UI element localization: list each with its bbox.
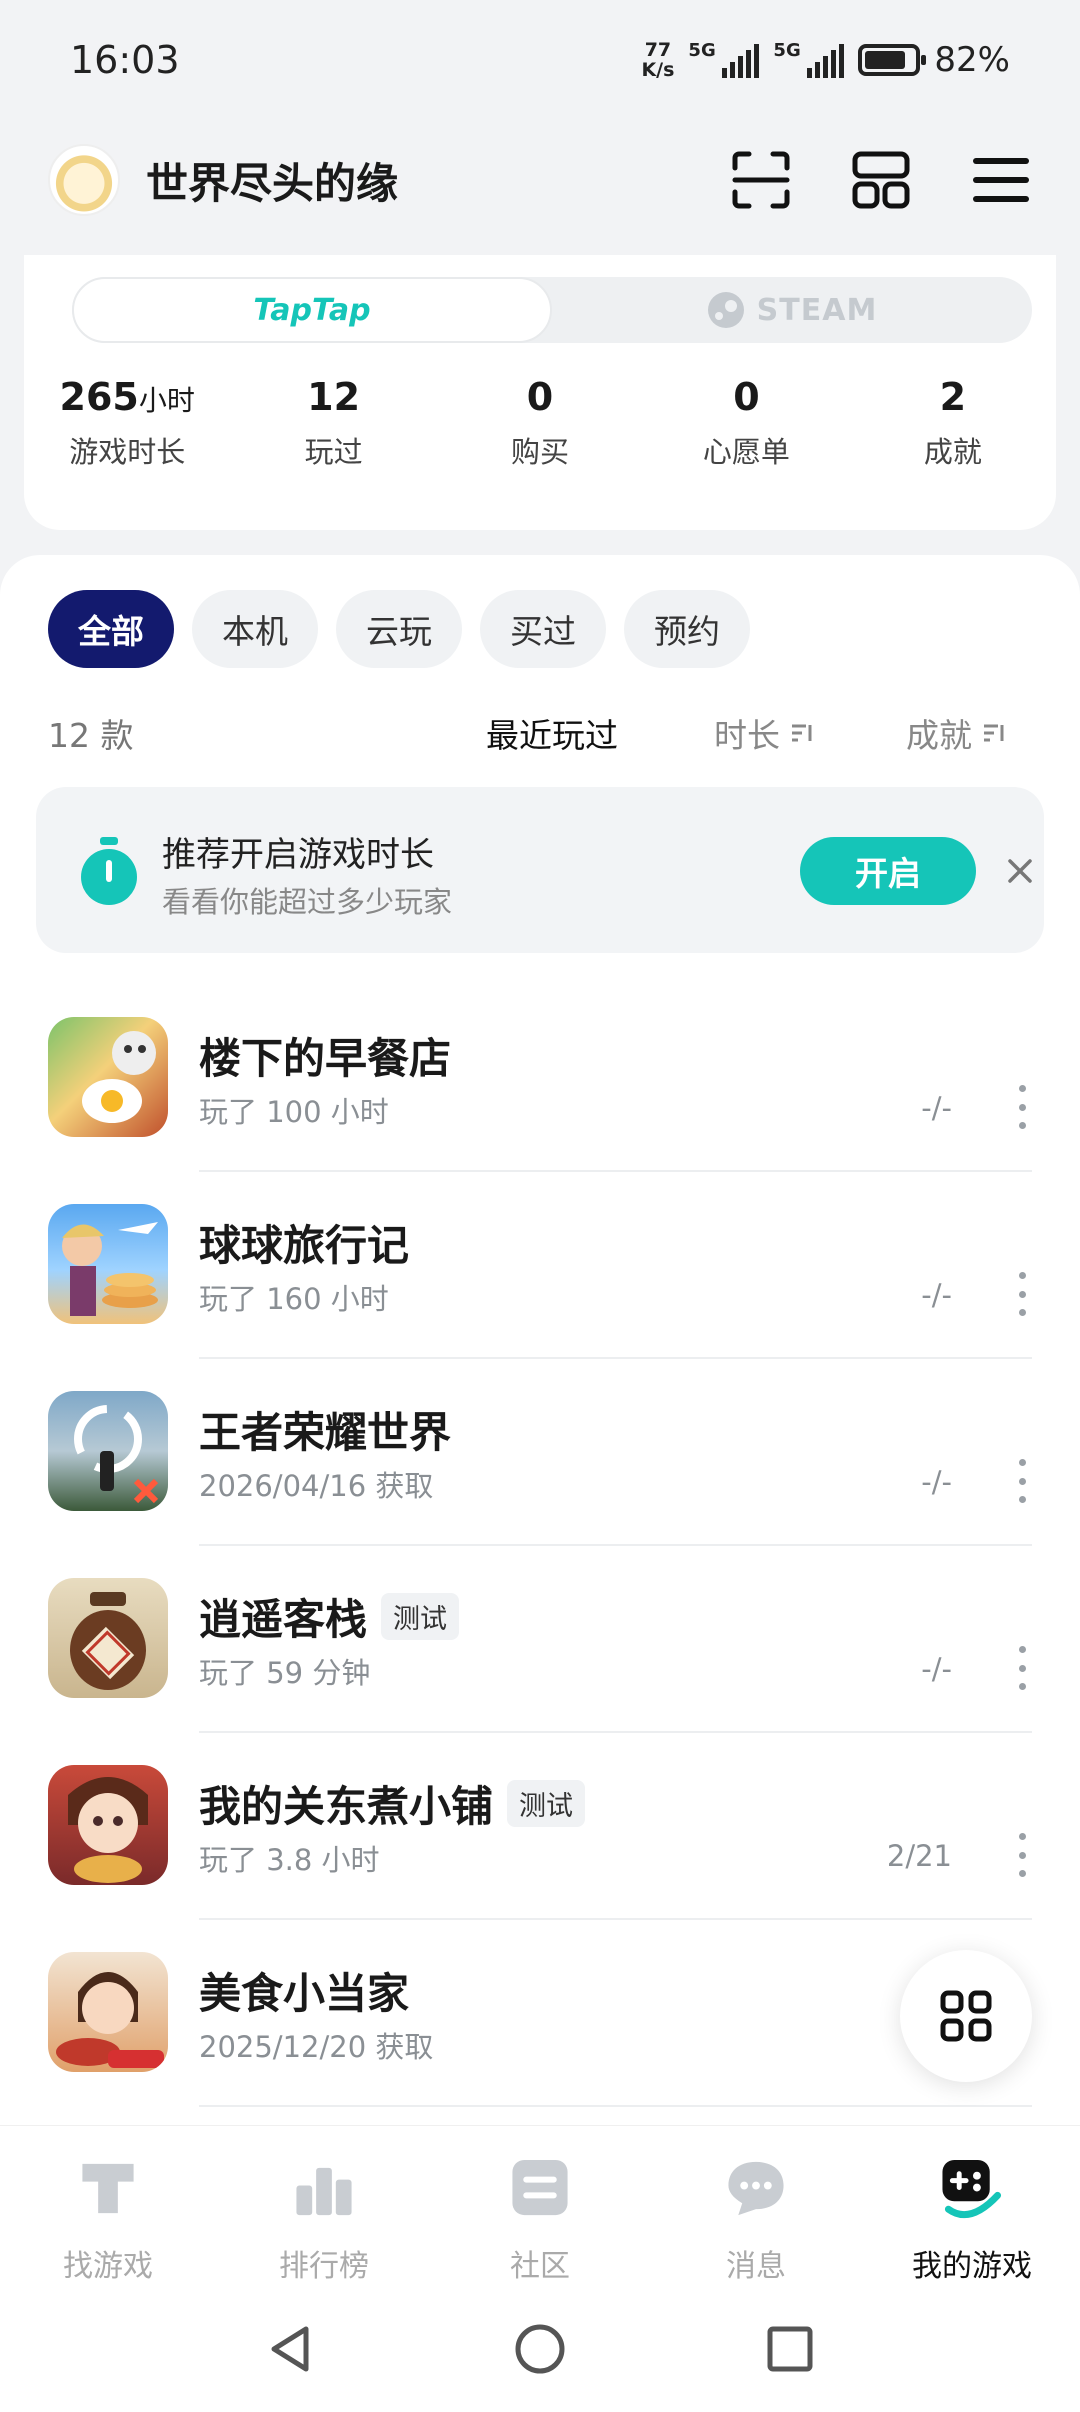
game-icon (48, 1765, 168, 1885)
steam-icon (707, 292, 744, 328)
game-subtitle: 玩了 3.8 小时 (199, 1843, 380, 1877)
discover-icon (82, 2163, 134, 2214)
filter-chips: 全部 本机 云玩 买过 预约 (48, 590, 750, 668)
beta-badge: 测试 (381, 1593, 460, 1640)
sort-icon (792, 724, 812, 742)
game-achievement: -/- (921, 1652, 952, 1686)
game-achievement: -/- (921, 1278, 952, 1312)
game-icon (48, 1391, 168, 1511)
more-icon[interactable] (1012, 1833, 1032, 1877)
game-achievement: -/- (921, 1091, 952, 1125)
beta-badge: 测试 (507, 1780, 586, 1827)
game-library: 全部 本机 云玩 买过 预约 12 款 最近玩过 时长 成就 推荐开启游戏时长 … (0, 555, 1080, 2125)
nav-discover[interactable]: 找游戏 (0, 2126, 216, 2285)
back-icon[interactable] (266, 2323, 314, 2375)
game-name: 逍遥客栈 测试 (199, 1586, 460, 1647)
close-icon[interactable] (1002, 853, 1038, 889)
stat-played[interactable]: 12 玩过 (230, 375, 436, 471)
stat-play-time[interactable]: 265小时 游戏时长 (24, 375, 230, 471)
banner-title: 推荐开启游戏时长 (162, 835, 434, 875)
home-icon[interactable] (514, 2323, 566, 2375)
nav-messages[interactable]: 消息 (648, 2126, 864, 2285)
avatar[interactable] (48, 144, 120, 216)
game-count: 12 款 (48, 716, 134, 755)
game-name: 我的关东煮小铺 测试 (199, 1773, 586, 1834)
game-name: 王者荣耀世界 (199, 1408, 452, 1457)
game-icon (48, 1017, 168, 1137)
sort-bar: 12 款 最近玩过 时长 成就 (48, 703, 1032, 763)
list-item[interactable]: 王者荣耀世界 2026/04/16 获取 -/- (0, 1359, 1080, 1546)
system-nav-bar (0, 2285, 1080, 2412)
stat-purchased[interactable]: 0 购买 (437, 375, 643, 471)
list-item[interactable]: 逍遥客栈 测试 玩了 59 分钟 -/- (0, 1546, 1080, 1733)
game-subtitle: 2025/12/20 获取 (199, 2030, 434, 2064)
game-subtitle: 玩了 100 小时 (199, 1095, 389, 1129)
game-subtitle: 2026/04/16 获取 (199, 1469, 434, 1503)
game-name: 球球旅行记 (199, 1221, 410, 1270)
game-icon (48, 1952, 168, 2072)
game-achievement: -/- (921, 1465, 952, 1499)
game-icon (48, 1578, 168, 1698)
filter-cloud[interactable]: 云玩 (336, 590, 462, 668)
bottom-nav: 找游戏 排行榜 社区 消息 我的游戏 (0, 2125, 1080, 2285)
gamepad-icon (942, 2159, 1002, 2219)
game-achievement: 2/21 (886, 1839, 952, 1873)
more-icon[interactable] (1012, 1646, 1032, 1690)
playtime-banner: 推荐开启游戏时长 看看你能超过多少玩家 开启 (36, 787, 1044, 953)
timer-icon (81, 837, 137, 905)
stats-row: 265小时 游戏时长 12 玩过 0 购买 0 心愿单 2 成就 (24, 375, 1056, 471)
community-icon (512, 2159, 568, 2216)
message-icon (728, 2161, 784, 2216)
nav-ranking[interactable]: 排行榜 (216, 2126, 432, 2285)
more-icon[interactable] (1012, 1459, 1032, 1503)
sort-icon (984, 724, 1004, 742)
battery-percent: 82% (934, 40, 1010, 80)
status-time: 16:03 (70, 38, 180, 82)
profile-header: 世界尽头的缘 (0, 140, 1080, 220)
ranking-icon (296, 2167, 352, 2216)
game-icon (48, 1204, 168, 1324)
enable-button[interactable]: 开启 (800, 837, 976, 905)
sort-achievement[interactable]: 成就 (906, 709, 1006, 757)
game-name: 楼下的早餐店 (199, 1034, 452, 1083)
nav-my-games[interactable]: 我的游戏 (864, 2126, 1080, 2285)
sort-recent[interactable]: 最近玩过 (486, 709, 618, 757)
banner-subtitle: 看看你能超过多少玩家 (162, 885, 453, 919)
platform-tabs: TapTap STEAM (72, 277, 1032, 343)
sort-duration[interactable]: 时长 (714, 709, 814, 757)
status-bar: 16:03 77 K/s 5G 5G 82% (0, 0, 1080, 120)
game-name: 美食小当家 (199, 1969, 410, 2018)
grid-view-button[interactable] (900, 1950, 1032, 2082)
list-item[interactable]: 球球旅行记 玩了 160 小时 -/- (0, 1172, 1080, 1359)
signal-icon: 5G (773, 40, 845, 78)
status-icons: 77 K/s 5G 5G 82% (641, 40, 1010, 80)
list-item[interactable]: 我的关东煮小铺 测试 玩了 3.8 小时 2/21 (0, 1733, 1080, 1920)
scan-icon[interactable] (730, 149, 792, 211)
stat-achievements[interactable]: 2 成就 (850, 375, 1056, 471)
grid-icon (940, 1990, 992, 2042)
stats-card: TapTap STEAM 265小时 游戏时长 12 玩过 0 购买 0 心愿单… (24, 255, 1056, 530)
list-item[interactable]: 楼下的早餐店 玩了 100 小时 -/- (0, 985, 1080, 1172)
filter-all[interactable]: 全部 (48, 590, 174, 668)
menu-icon[interactable] (970, 149, 1032, 211)
signal-icon: 5G (688, 40, 760, 78)
game-subtitle: 玩了 59 分钟 (199, 1656, 371, 1690)
more-icon[interactable] (1012, 1085, 1032, 1129)
recents-icon[interactable] (766, 2325, 814, 2373)
filter-reserved[interactable]: 预约 (624, 590, 750, 668)
tab-taptap[interactable]: TapTap (72, 277, 552, 343)
net-speed: 77 K/s (641, 39, 675, 81)
game-list: 楼下的早餐店 玩了 100 小时 -/- 球球旅行记 玩了 160 小时 -/-… (0, 985, 1080, 2107)
nav-community[interactable]: 社区 (432, 2126, 648, 2285)
filter-bought[interactable]: 买过 (480, 590, 606, 668)
filter-local[interactable]: 本机 (192, 590, 318, 668)
layout-icon[interactable] (850, 149, 912, 211)
game-subtitle: 玩了 160 小时 (199, 1282, 389, 1316)
username[interactable]: 世界尽头的缘 (146, 150, 398, 211)
stat-wishlist[interactable]: 0 心愿单 (643, 375, 849, 471)
tab-steam[interactable]: STEAM (552, 277, 1032, 343)
battery-icon (858, 44, 927, 76)
more-icon[interactable] (1012, 1272, 1032, 1316)
